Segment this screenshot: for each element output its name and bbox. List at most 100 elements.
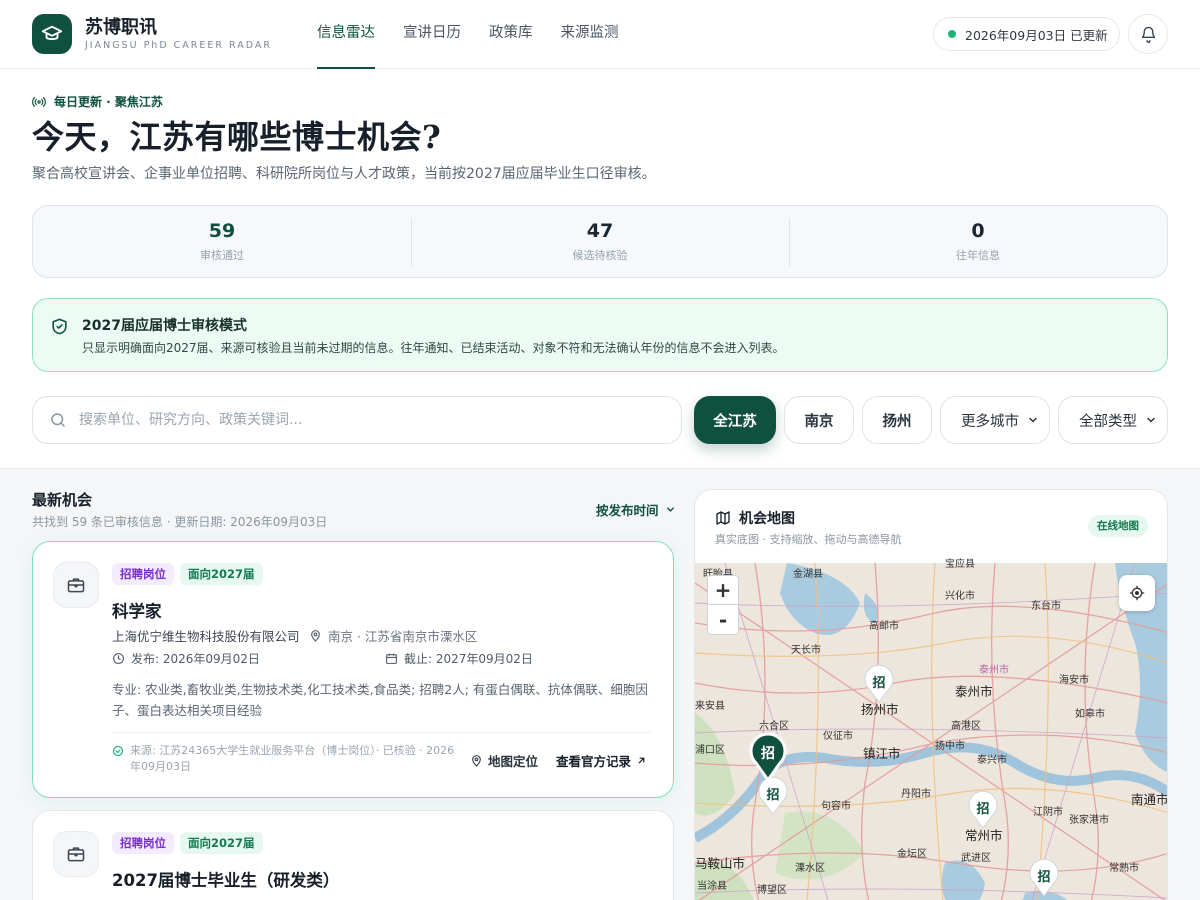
list-title: 最新机会 <box>32 491 93 509</box>
map-label: 高港区 <box>951 721 981 732</box>
nav-info-radar[interactable]: 信息雷达 <box>317 0 375 69</box>
map-label: 高邮市 <box>869 621 899 632</box>
map-pin-icon <box>472 755 481 767</box>
map-label: 金坛区 <box>897 849 927 860</box>
marker-label: 招 <box>1037 870 1051 885</box>
map-pin-icon <box>311 630 320 642</box>
map-title: 机会地图 <box>715 508 795 528</box>
stat-value: 59 <box>208 220 236 242</box>
card-published: 发布: 2026年09月02日 <box>112 650 260 667</box>
locate-button[interactable] <box>1119 575 1155 611</box>
map-label: 宝应县 <box>945 559 975 570</box>
map-label: 如皋市 <box>1075 709 1105 720</box>
opportunity-card[interactable]: 招聘岗位 面向2027届 科学家 上海优宁维生物科技股份有限公司 南京 · 江苏… <box>32 541 674 798</box>
map-label: 当涂县 <box>697 881 727 892</box>
map-locate-button[interactable]: 地图定位 <box>470 751 538 770</box>
stats-panel: 59 审核通过 47 候选待核验 0 往年信息 <box>32 205 1168 278</box>
map-marker[interactable]: 招 <box>1026 857 1062 897</box>
stat-label: 候选待核验 <box>572 249 628 262</box>
stat-label: 往年信息 <box>956 249 1000 262</box>
map-marker[interactable]: 招 <box>965 789 1001 829</box>
stat-value: 0 <box>971 220 985 242</box>
map-label: 兴化市 <box>945 591 975 602</box>
marker-label: 招 <box>976 802 990 817</box>
brand-subtitle: JIANGSU PhD CAREER RADAR <box>85 40 272 51</box>
stat-approved: 59 审核通过 <box>33 206 411 277</box>
nav-source-monitor[interactable]: 来源监测 <box>561 0 619 69</box>
map-label: 南通市 <box>1131 792 1168 807</box>
nav-talk-calendar[interactable]: 宣讲日历 <box>403 0 461 69</box>
type-tag: 招聘岗位 <box>112 563 174 585</box>
eyebrow-text: 每日更新 · 聚焦江苏 <box>54 95 163 109</box>
target-tag: 面向2027届 <box>180 563 263 585</box>
map-label: 江阴市 <box>1033 807 1063 818</box>
map-label: 泰兴市 <box>977 755 1007 766</box>
target-tag: 面向2027届 <box>180 832 263 854</box>
region-chip-yangzhou[interactable]: 扬州 <box>862 396 932 444</box>
stat-past: 0 往年信息 <box>789 206 1167 277</box>
map-locate-label: 地图定位 <box>488 754 539 769</box>
marker-label: 招 <box>761 746 775 762</box>
update-status-text: 2026年09月03日 已更新 <box>965 27 1108 43</box>
type-select-value: 全部类型 <box>1079 413 1137 430</box>
map-title-text: 机会地图 <box>739 511 795 527</box>
map-label: 东台市 <box>1031 601 1061 612</box>
region-chip-all[interactable]: 全江苏 <box>694 396 776 444</box>
review-mode-notice: 2027届应届博士审核模式 只显示明确面向2027届、来源可核验且当前未过期的信… <box>32 298 1168 372</box>
page-description: 聚合高校宣讲会、企事业单位招聘、科研院所岗位与人才政策，当前按2027届应届毕业… <box>32 166 656 182</box>
check-circle-icon <box>112 745 124 757</box>
map-label: 溧水区 <box>795 863 825 874</box>
map-label: 泰州市 <box>979 665 1009 676</box>
official-record-label: 查看官方记录 <box>556 754 632 769</box>
map-label: 仪征市 <box>823 731 853 742</box>
map-label: 武进区 <box>961 853 991 864</box>
update-status-pill: 2026年09月03日 已更新 <box>933 17 1120 51</box>
zoom-out-button[interactable]: - <box>707 605 739 635</box>
hero-eyebrow: 每日更新 · 聚焦江苏 <box>32 93 163 110</box>
map-label: 镇江市 <box>863 746 901 761</box>
card-deadline: 截止: 2027年09月02日 <box>385 650 533 667</box>
map-canvas[interactable]: 盱眙县 金湖县 宝应县 兴化市 东台市 高邮市 天长市 泰州市 扬州市 海安市 … <box>695 559 1168 900</box>
main-nav: 信息雷达 宣讲日历 政策库 来源监测 <box>317 0 619 69</box>
stat-value: 47 <box>586 220 614 242</box>
page-title: 今天，江苏有哪些博士机会? <box>32 118 442 156</box>
chevron-down-icon <box>1147 417 1155 423</box>
marker-label: 招 <box>766 788 780 803</box>
map-icon <box>716 511 730 525</box>
map-label: 浦口区 <box>695 745 725 756</box>
online-map-badge: 在线地图 <box>1088 515 1148 537</box>
map-label: 句容市 <box>821 801 851 812</box>
map-marker[interactable]: 招 <box>861 663 897 703</box>
map-label: 泰州市 <box>955 684 993 699</box>
chevron-down-icon <box>666 507 674 512</box>
view-official-record-link[interactable]: 查看官方记录 <box>556 751 647 770</box>
sort-button[interactable]: 按发布时间 <box>596 500 676 519</box>
bell-icon <box>1141 26 1155 43</box>
map-marker-active[interactable]: 招 <box>748 732 788 783</box>
nav-policy-library[interactable]: 政策库 <box>489 0 533 69</box>
city-select[interactable]: 更多城市 <box>940 396 1050 444</box>
notice-text: 只显示明确面向2027届、来源可核验且当前未过期的信息。往年通知、已结束活动、对… <box>82 341 785 355</box>
map-label: 天长市 <box>791 645 821 656</box>
graduation-cap-icon[interactable] <box>32 14 72 54</box>
map-label: 六合区 <box>759 721 789 732</box>
map-label: 马鞍山市 <box>695 856 746 871</box>
search-input[interactable] <box>79 412 639 428</box>
crosshair-icon <box>1129 585 1145 601</box>
region-chip-nanjing[interactable]: 南京 <box>784 396 854 444</box>
card-title[interactable]: 2027届博士毕业生（研发类） <box>112 867 339 891</box>
briefcase-icon <box>53 831 99 877</box>
card-title[interactable]: 科学家 <box>112 598 162 622</box>
type-select[interactable]: 全部类型 <box>1058 396 1168 444</box>
zoom-in-button[interactable]: + <box>707 575 739 605</box>
map-label: 金湖县 <box>793 569 823 580</box>
calendar-icon <box>386 653 397 664</box>
card-deadline-text: 截止: 2027年09月02日 <box>404 652 533 666</box>
card-divider <box>112 732 652 733</box>
sort-label: 按发布时间 <box>596 503 659 518</box>
map-label: 博望区 <box>757 885 787 896</box>
opportunity-card[interactable]: 招聘岗位 面向2027届 2027届博士毕业生（研发类） <box>32 810 674 900</box>
arrow-up-right-icon <box>638 757 645 764</box>
map-subtitle: 真实底图 · 支持缩放、拖动与高德导航 <box>715 533 902 546</box>
notification-button[interactable] <box>1128 14 1168 54</box>
